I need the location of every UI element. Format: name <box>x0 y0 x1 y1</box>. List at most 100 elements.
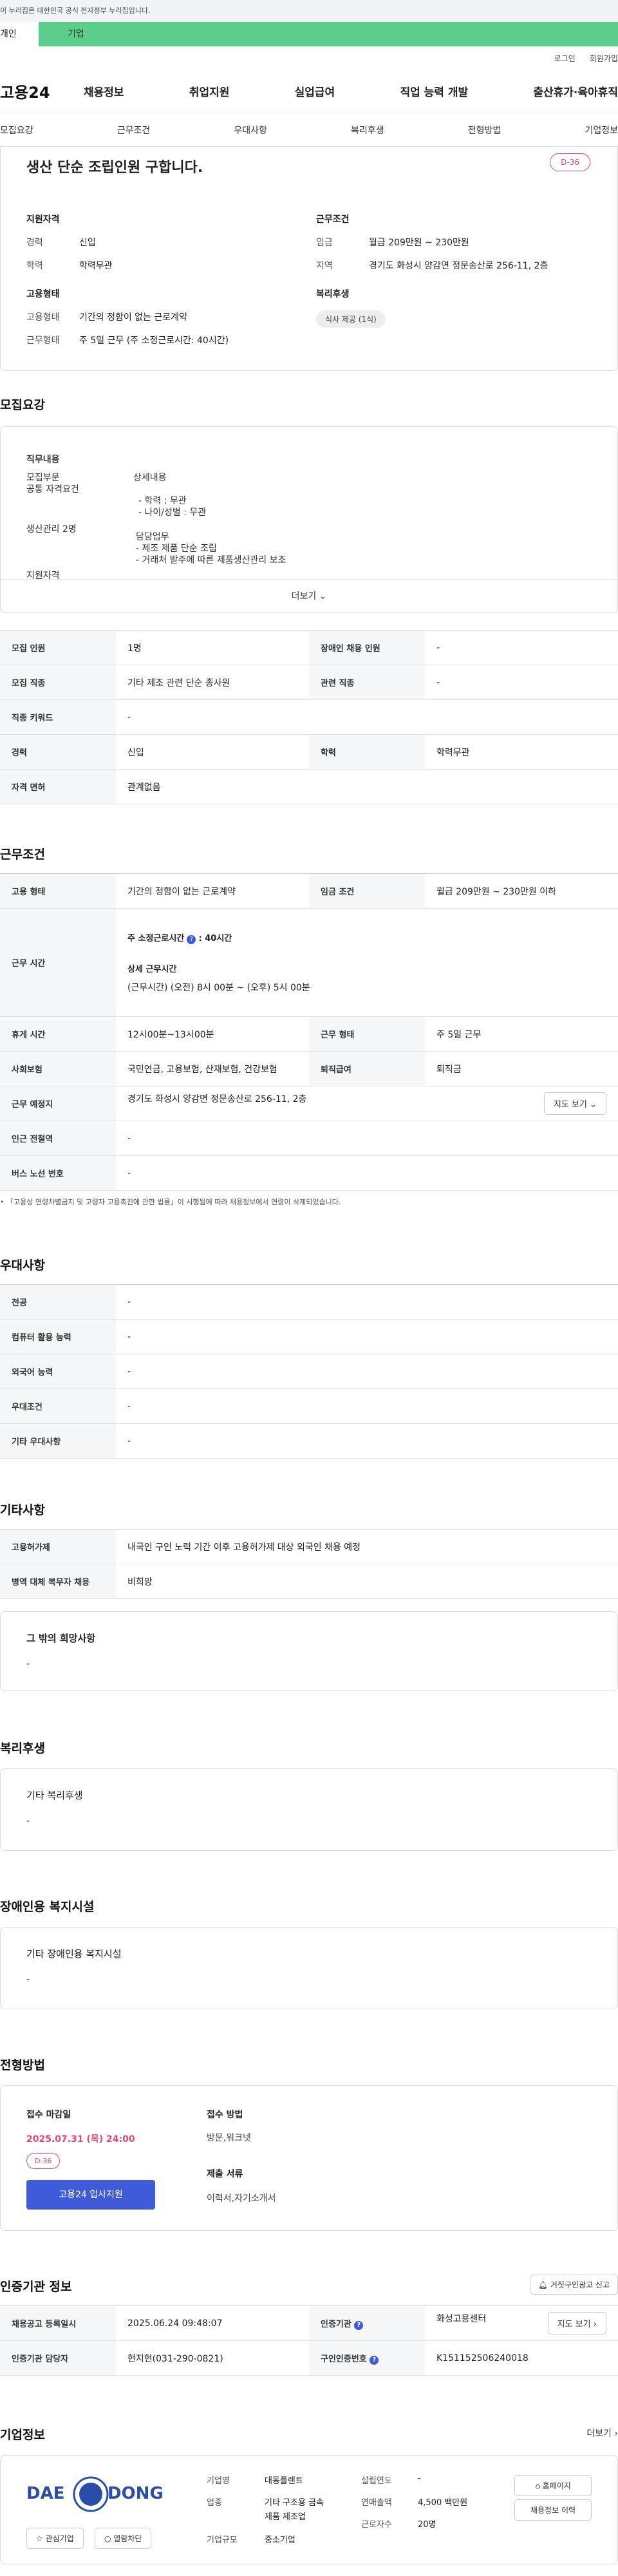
process-section-title: 전형방법 <box>0 2058 45 2072</box>
summary-qualification: 지원자격 경력 신입 학력 학력무관 <box>26 213 113 282</box>
summary-work: 근무조건 임금 월급 209만원 ~ 230만원 지역 경기도 화성시 양감면 정문… <box>316 213 548 282</box>
table-cell: 신입 <box>116 734 309 770</box>
cert-org-label: 인증기관 <box>321 2319 351 2329</box>
table-header-cell: 사회보험 <box>0 1051 116 1086</box>
gnb-menu: 채용정보 취업지원 실업급여 직업 능력 개발 출산휴가·육아휴직 <box>84 83 618 99</box>
table-row: 근무 예정지 경기도 화성시 양감면 정문송산로 256-11, 2층 지도 보… <box>0 1086 618 1121</box>
table-cell: - <box>116 1423 618 1459</box>
detail-hours-value: (근무시간) (오전) 8시 00분 ~ (오후) 5시 00분 <box>127 983 310 993</box>
table-header-cell: 전공 <box>0 1284 116 1320</box>
jd-right-line: 상세내용 <box>133 473 167 483</box>
company-name-value: 대동플랜트 <box>265 2476 303 2486</box>
false-ad-report-label: 거짓구인광고 신고 <box>550 2280 610 2289</box>
map-view-button[interactable]: 지도 보기 ⌄ <box>543 1092 606 1115</box>
table-row: 직종 키워드 - <box>0 699 618 735</box>
gnb-item-benefit[interactable]: 실업급여 <box>295 83 335 99</box>
info-icon[interactable]: ? <box>354 2320 364 2330</box>
table-header-cell: 근무 형태 <box>309 1016 425 1052</box>
work-label: 지역 <box>316 261 333 271</box>
anchor-tab-recruit[interactable]: 모집요강 <box>0 124 33 137</box>
cert-map-button[interactable]: 지도 보기 › <box>547 2312 606 2334</box>
table-cell: - <box>116 1388 618 1424</box>
site-logo[interactable]: 고용24 <box>0 80 84 102</box>
weekly-hours-label: 주 소정근로시간 <box>127 934 185 943</box>
table-header-cell: 우대조건 <box>0 1388 116 1424</box>
table-cell: 경기도 화성시 양감면 정문송산로 256-11, 2층 지도 보기 ⌄ <box>116 1086 618 1121</box>
gnb-item-training[interactable]: 직업 능력 개발 <box>400 83 468 99</box>
table-header-cell: 학력 <box>309 734 425 770</box>
info-icon[interactable]: ? <box>370 2355 379 2365</box>
employment-label: 고용형태 <box>26 312 60 323</box>
table-header-cell: 고용허가제 <box>0 1529 116 1564</box>
apply-button[interactable]: 고용24 입사지원 <box>26 2180 155 2210</box>
anchor-tab-process[interactable]: 전형방법 <box>468 124 501 137</box>
deadline-value: 2025.07.31 (목) 24:00 <box>26 2134 135 2145</box>
disabled-section-title: 장애인용 복지시설 <box>0 1900 95 1914</box>
hope-card: 그 밖의 희망사항 - <box>0 1611 618 1691</box>
weekly-hours-value: : 40시간 <box>198 934 232 943</box>
table-header-cell: 장애인 채용 인원 <box>309 630 425 665</box>
table-header-cell: 자격 면허 <box>0 769 116 804</box>
table-header-cell: 직종 키워드 <box>0 699 116 735</box>
anchor-tab-prefer[interactable]: 우대사항 <box>234 124 267 137</box>
company-name-label: 기업명 <box>207 2476 230 2486</box>
table-row: 인증기관 담당자 현지현(031-290-0821) 구인인증번호 ? K151… <box>0 2340 618 2376</box>
chevron-down-icon: ⌄ <box>590 1100 597 1110</box>
table-header-cell: 구인인증번호 ? <box>309 2340 425 2376</box>
anchor-tab-conditions[interactable]: 근무조건 <box>117 124 151 137</box>
job-history-button[interactable]: 채용정보 이력 <box>514 2499 592 2521</box>
table-cell: 비희망 <box>116 1564 618 1599</box>
table-cell: 1명 <box>116 630 309 665</box>
table-cell: 월급 209만원 ~ 230만원 이하 <box>425 873 618 909</box>
summary-employment: 고용형태 고용형태 기간의 정함이 없는 근로계약 근무형태 주 5일 근무 (주 … <box>26 287 229 357</box>
deadline-label: 접수 마감일 <box>26 2110 71 2120</box>
table-header-cell: 인증기관 담당자 <box>0 2340 116 2376</box>
table-header-cell: 컴퓨터 활용 능력 <box>0 1319 116 1354</box>
info-icon[interactable]: ? <box>187 935 196 944</box>
false-ad-report-button[interactable]: 🔔︎ 거짓구인광고 신고 <box>529 2275 618 2295</box>
table-cell: 국민연금, 고용보험, 산재보험, 건강보험 <box>116 1051 309 1086</box>
benefit-card-value: - <box>26 1815 30 1826</box>
anchor-tab-company[interactable]: 기업정보 <box>585 124 618 137</box>
hope-title: 그 밖의 희망사항 <box>26 1633 96 1644</box>
welfare-heading: 복리후생 <box>316 289 350 299</box>
block-view-label: 열람차단 <box>113 2534 142 2543</box>
signup-link[interactable]: 회원가입 <box>590 53 618 64</box>
age-notice-text: 「고용상 연령차별금지 및 고령자 고용촉진에 관한 법률」이 시행됨에 따라 … <box>6 1198 341 1206</box>
work-hours-cell: 주 소정근로시간 ? : 40시간 상세 근무시간 (근무시간) (오전) 8시… <box>116 908 618 1017</box>
employment-label: 근무형태 <box>26 336 60 346</box>
benefit-card: 기타 복리후생 - <box>0 1768 618 1851</box>
more-button[interactable]: 더보기 ⌄ <box>1 579 617 612</box>
gnb-item-leave[interactable]: 출산휴가·육아휴직 <box>533 83 618 99</box>
anchor-tab-benefit[interactable]: 복리후생 <box>351 124 384 137</box>
table-cell: 2025.06.24 09:48:07 <box>116 2306 309 2341</box>
block-view-button[interactable]: ○ 열람차단 <box>95 2528 152 2549</box>
docs-value: 이력서,자기소개서 <box>207 2193 276 2204</box>
table-cell: 기타 제조 관련 단순 종사원 <box>116 665 309 700</box>
gnb-item-jobs[interactable]: 채용정보 <box>84 83 124 99</box>
cert-section-title: 인증기관 정보 <box>0 2280 72 2294</box>
table-header-cell: 채용공고 등록일시 <box>0 2306 116 2341</box>
table-row: 모집 직종 기타 제조 관련 단순 종사원 관련 직종 - <box>0 665 618 700</box>
qual-label: 경력 <box>26 238 43 248</box>
table-cell: 학력무관 <box>425 734 618 770</box>
table-header-cell: 모집 직종 <box>0 665 116 700</box>
table-row: 인근 전철역 - <box>0 1121 618 1156</box>
tab-person[interactable]: 개인 <box>0 22 39 46</box>
company-emp-value: 20명 <box>418 2520 436 2530</box>
homepage-button[interactable]: ⌂ 홈페이지 <box>514 2475 592 2496</box>
table-cell: - <box>116 1284 618 1320</box>
jd-right-line: - 학력 : 무관 <box>138 496 187 506</box>
login-link[interactable]: 로그인 <box>554 53 576 64</box>
company-year-value: - <box>418 2474 421 2483</box>
hope-value: - <box>26 1658 30 1669</box>
chevron-right-icon: › <box>614 2429 618 2439</box>
global-nav: 고용24 채용정보 취업지원 실업급여 직업 능력 개발 출산휴가·육아휴직 <box>0 70 618 113</box>
favorite-company-button[interactable]: ☆ 관심기업 <box>26 2528 84 2549</box>
company-more-link[interactable]: 더보기 › <box>586 2427 618 2439</box>
tab-business[interactable]: 기업 <box>39 22 618 46</box>
table-row: 버스 노선 번호 - <box>0 1155 618 1191</box>
employment-heading: 고용형태 <box>26 289 60 299</box>
gnb-item-support[interactable]: 취업지원 <box>189 83 230 99</box>
jd-heading: 직무내용 <box>26 455 60 465</box>
